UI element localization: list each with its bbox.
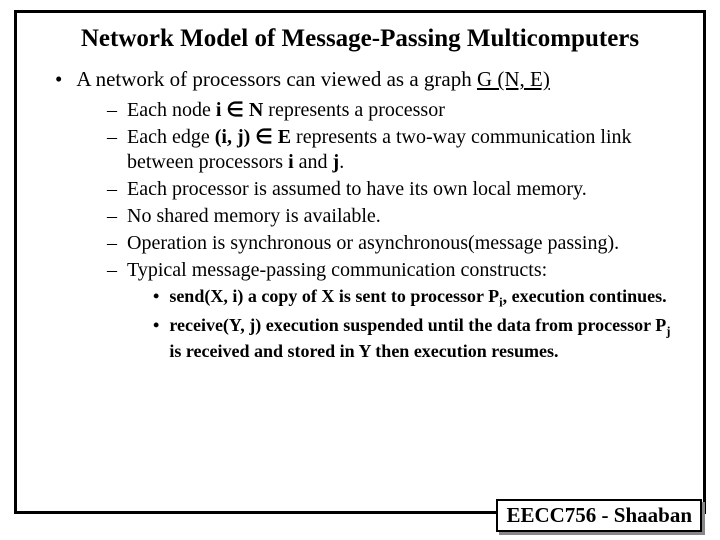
- bullet-level2: – No shared memory is available.: [107, 204, 683, 229]
- bullet-level2: – Each node i ∈ N represents a processor: [107, 98, 683, 123]
- bullet-text: Each processor is assumed to have its ow…: [127, 177, 587, 202]
- text-fragment: A network of processors can viewed as a …: [76, 67, 477, 91]
- bullet-text: receive(Y, j) execution suspended until …: [169, 314, 683, 363]
- text-bold: i ∈ N: [216, 99, 263, 121]
- bullet-level2: – Each processor is assumed to have its …: [107, 177, 683, 202]
- bullet-text: Typical message-passing communication co…: [127, 258, 547, 283]
- text-fragment: , execution continues.: [503, 286, 667, 306]
- bullet-text: Each node i ∈ N represents a processor: [127, 98, 445, 123]
- text-fragment: is received and stored in Y then executi…: [169, 341, 558, 361]
- footer-badge: EECC756 - Shaaban: [496, 499, 702, 532]
- dash-icon: –: [107, 204, 117, 229]
- text-fragment: a copy of X is sent to processor P: [243, 286, 499, 306]
- text-fragment: send(X, i): [169, 286, 243, 306]
- bullet-level3: • send(X, i) a copy of X is sent to proc…: [153, 285, 683, 311]
- slide-title: Network Model of Message-Passing Multico…: [37, 25, 683, 53]
- bullet-level2: – Operation is synchronous or asynchrono…: [107, 231, 683, 256]
- bullet-text: Each edge (i, j) ∈ E represents a two-wa…: [127, 125, 683, 175]
- bullet-text: A network of processors can viewed as a …: [76, 67, 550, 92]
- text-fragment: and: [294, 151, 333, 173]
- bullet-dot: •: [55, 67, 62, 92]
- bullet-text: send(X, i) a copy of X is sent to proces…: [169, 285, 666, 311]
- bullet-text: Operation is synchronous or asynchronous…: [127, 231, 619, 256]
- text-fragment: .: [339, 151, 344, 173]
- dash-icon: –: [107, 258, 117, 283]
- bullet-level1: • A network of processors can viewed as …: [55, 67, 683, 92]
- bullet-level3: • receive(Y, j) execution suspended unti…: [153, 314, 683, 363]
- text-fragment: Each edge: [127, 126, 215, 148]
- dash-icon: –: [107, 98, 117, 123]
- bullet-level2: – Each edge (i, j) ∈ E represents a two-…: [107, 125, 683, 175]
- dash-icon: –: [107, 177, 117, 202]
- text-fragment: Each node: [127, 99, 216, 121]
- text-fragment: represents a processor: [263, 99, 445, 121]
- bullet-dot: •: [153, 285, 159, 308]
- bullet-text: No shared memory is available.: [127, 204, 381, 229]
- text-fragment: execution suspended until the data from …: [261, 315, 666, 335]
- text-bold: (i, j) ∈ E: [215, 126, 291, 148]
- dash-icon: –: [107, 231, 117, 256]
- subscript: j: [666, 324, 670, 338]
- dash-icon: –: [107, 125, 117, 150]
- bullet-level2: – Typical message-passing communication …: [107, 258, 683, 283]
- slide-frame: Network Model of Message-Passing Multico…: [14, 10, 706, 514]
- text-fragment: receive(Y, j): [169, 315, 261, 335]
- graph-notation: G (N, E): [477, 67, 550, 91]
- bullet-dot: •: [153, 314, 159, 337]
